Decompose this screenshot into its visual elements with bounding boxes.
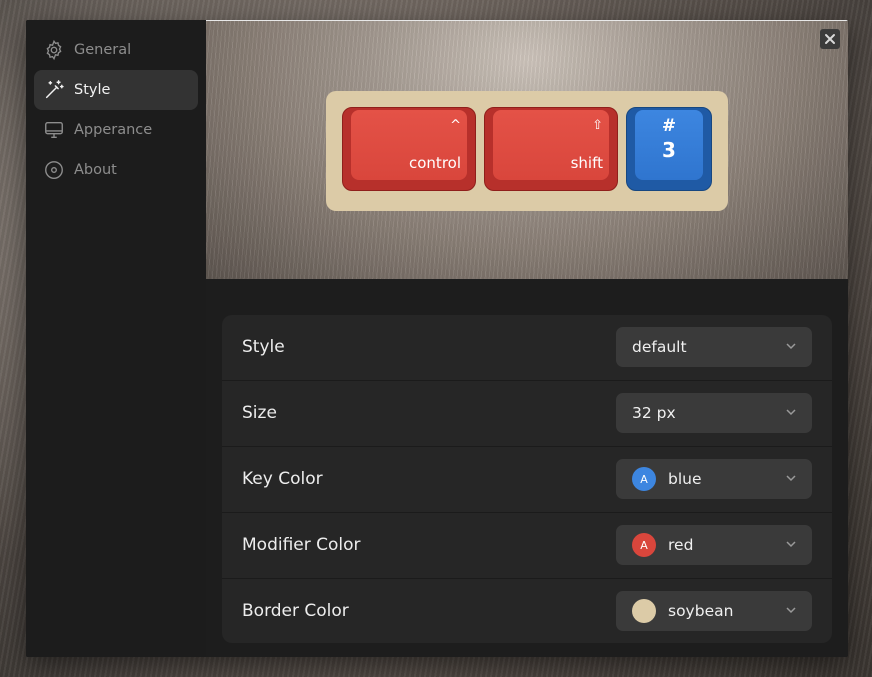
chevron-down-icon (786, 475, 796, 482)
chevron-down-icon (786, 607, 796, 614)
chevron-down-icon (786, 409, 796, 416)
setting-label: Size (242, 403, 277, 423)
number-key-digit: 3 (662, 138, 676, 162)
control-label: control (409, 154, 461, 172)
setting-label: Style (242, 337, 285, 357)
style-settings: Style default Size 32 px Key Color A blu… (222, 315, 832, 643)
setting-row-modifier-color: Modifier Color A red (222, 513, 832, 579)
setting-label: Border Color (242, 601, 349, 621)
setting-label: Modifier Color (242, 535, 361, 555)
number-key-symbol: # (661, 116, 677, 136)
chevron-down-icon (786, 343, 796, 350)
size-select[interactable]: 32 px (616, 393, 812, 433)
sidebar-item-label: Style (74, 82, 111, 98)
select-value: 32 px (632, 404, 676, 422)
key-color-select[interactable]: A blue (616, 459, 812, 499)
border-color-select[interactable]: soybean (616, 591, 812, 631)
close-button[interactable] (820, 29, 840, 49)
select-value: red (668, 536, 694, 554)
sidebar-item-label: General (74, 42, 132, 58)
shift-symbol: ⇧ (592, 118, 603, 133)
select-value: default (632, 338, 687, 356)
sidebar-item-general[interactable]: General (34, 30, 198, 70)
select-value: soybean (668, 602, 734, 620)
control-symbol: ^ (450, 118, 461, 133)
setting-row-style: Style default (222, 315, 832, 381)
sidebar: General Style Apperance About (26, 20, 206, 657)
sidebar-item-label: Apperance (74, 122, 153, 138)
sidebar-item-about[interactable]: About (34, 150, 198, 190)
style-select[interactable]: default (616, 327, 812, 367)
number-key: # 3 (626, 107, 712, 191)
sidebar-item-style[interactable]: Style (34, 70, 198, 110)
setting-label: Key Color (242, 469, 323, 489)
color-swatch: A (632, 467, 656, 491)
magic-wand-icon (42, 78, 66, 102)
main-panel: ^ control ⇧ shift # 3 Style default Size… (206, 20, 848, 657)
setting-row-size: Size 32 px (222, 381, 832, 447)
key-tray: ^ control ⇧ shift # 3 (326, 91, 728, 211)
monitor-icon (42, 118, 66, 142)
info-circle-icon (42, 158, 66, 182)
setting-row-key-color: Key Color A blue (222, 447, 832, 513)
shift-key: ⇧ shift (484, 107, 618, 191)
sidebar-item-label: About (74, 162, 117, 178)
color-swatch (632, 599, 656, 623)
color-swatch: A (632, 533, 656, 557)
close-icon (825, 34, 835, 44)
select-value: blue (668, 470, 702, 488)
gear-icon (42, 38, 66, 62)
shift-label: shift (570, 154, 603, 172)
modifier-color-select[interactable]: A red (616, 525, 812, 565)
sidebar-item-apperance[interactable]: Apperance (34, 110, 198, 150)
setting-row-border-color: Border Color soybean (222, 579, 832, 643)
control-key: ^ control (342, 107, 476, 191)
settings-window: General Style Apperance About ^ control … (26, 20, 848, 657)
keycap-preview: ^ control ⇧ shift # 3 (206, 20, 848, 279)
chevron-down-icon (786, 541, 796, 548)
